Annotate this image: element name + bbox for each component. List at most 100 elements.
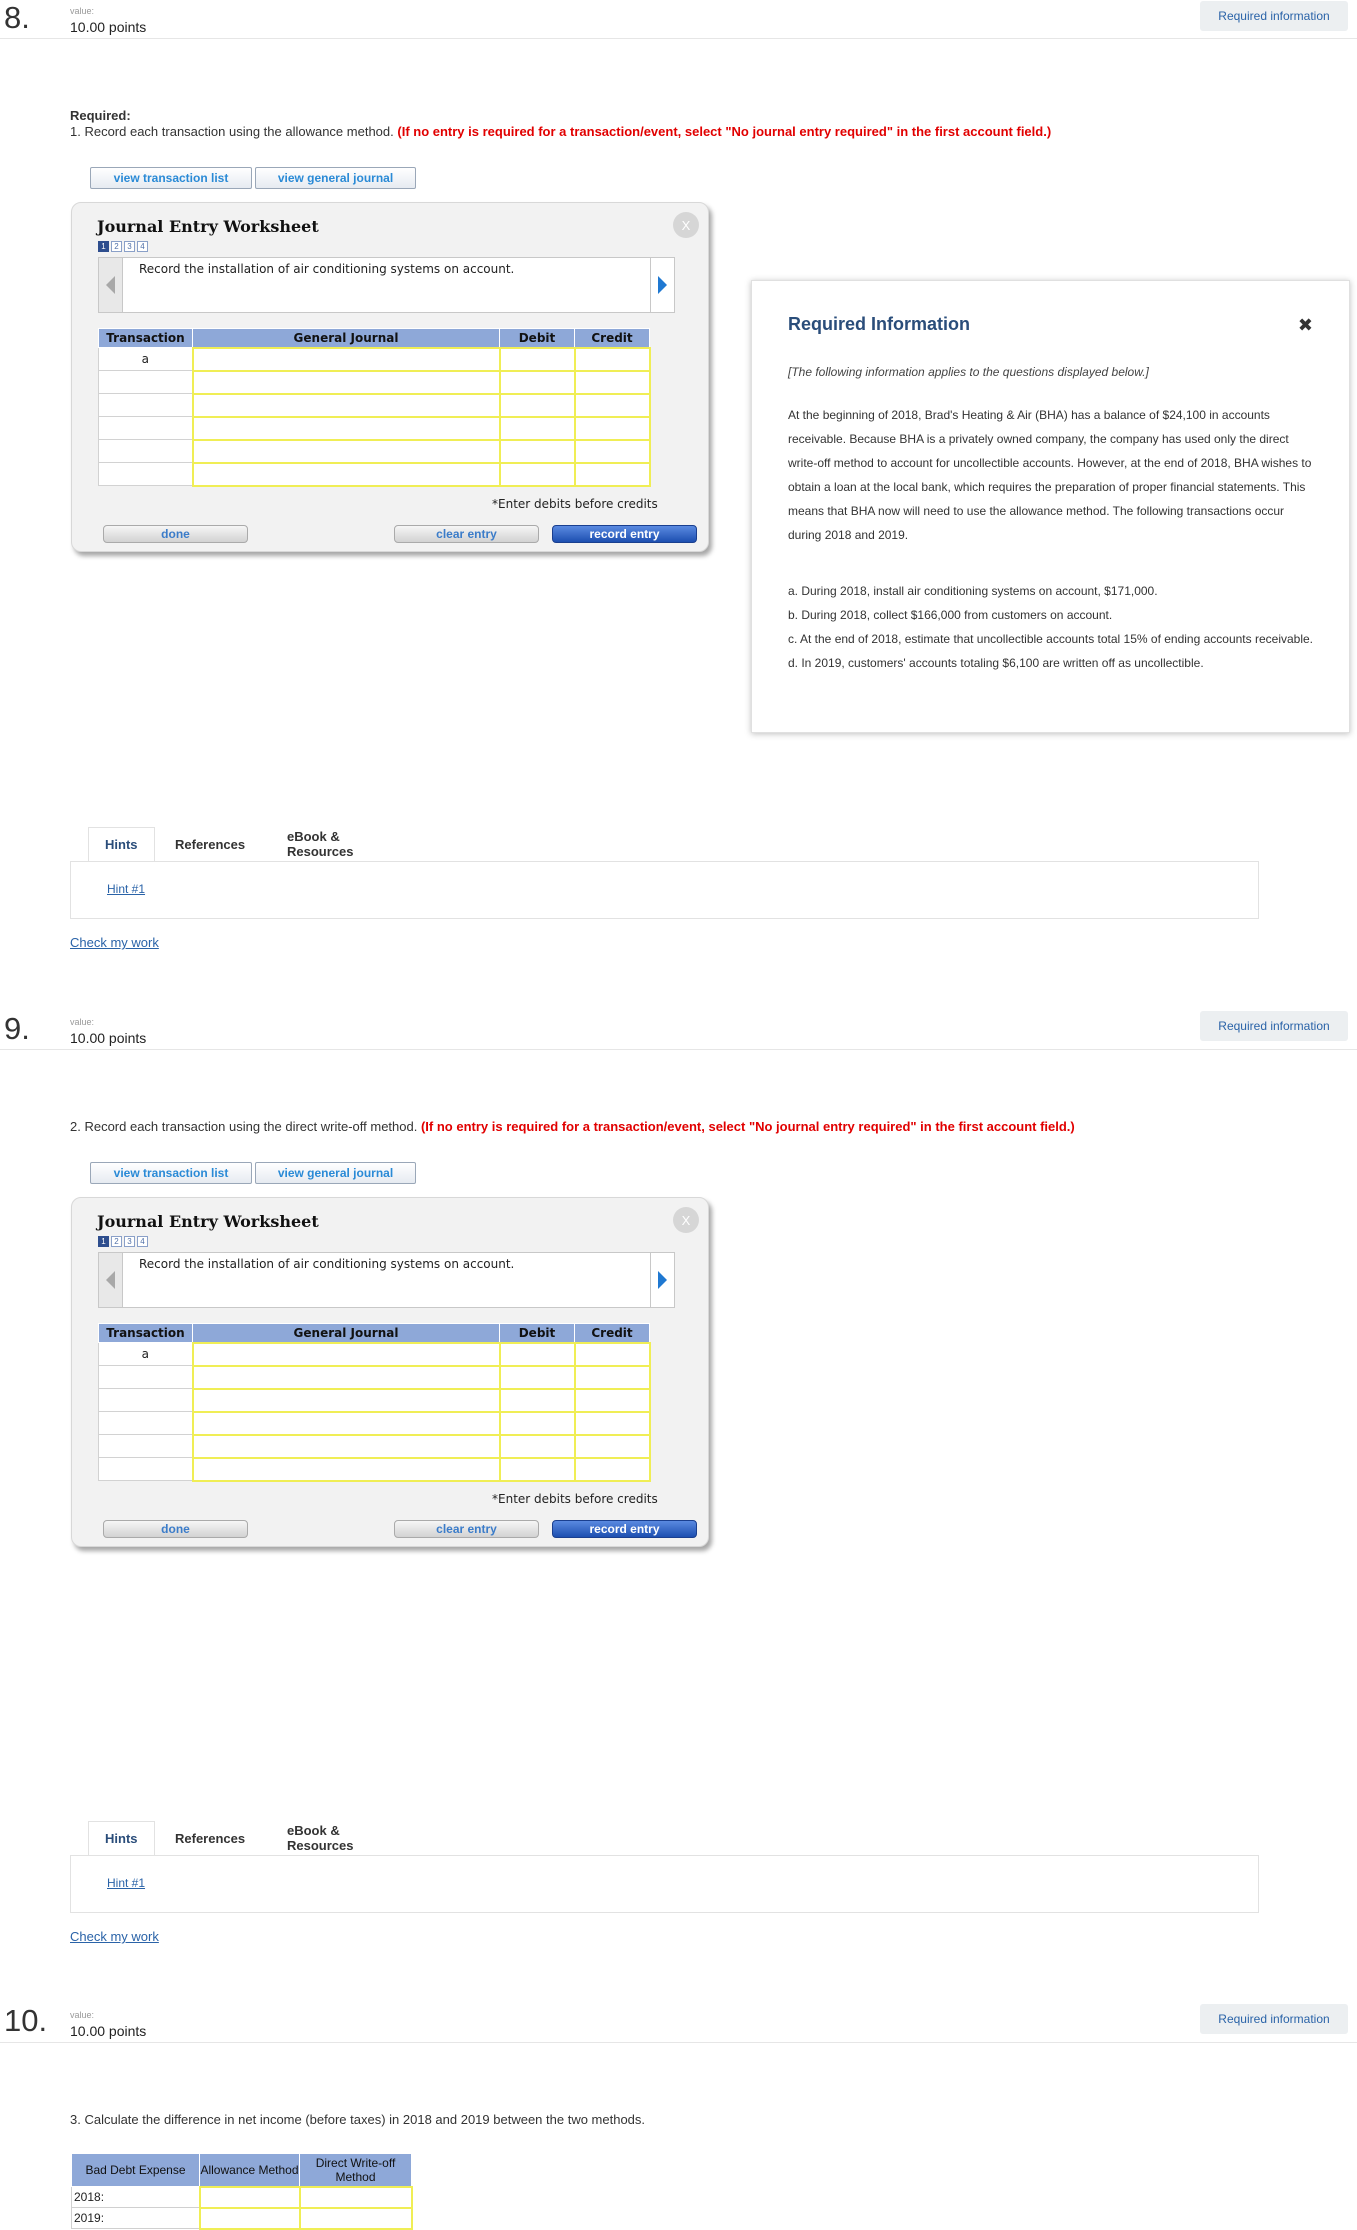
view-general-journal-button[interactable]: view general journal — [255, 167, 416, 189]
direct-writeoff-input[interactable] — [298, 2185, 413, 2209]
account-field[interactable] — [191, 1410, 501, 1436]
page-3-button[interactable]: 3 — [124, 241, 135, 252]
credit-field[interactable] — [573, 415, 651, 441]
page-2-button[interactable]: 2 — [111, 1236, 122, 1247]
credit-field[interactable] — [573, 346, 651, 372]
account-field[interactable] — [191, 1387, 501, 1413]
clear-entry-button[interactable]: clear entry — [394, 525, 539, 543]
view-transaction-list-button[interactable]: view transaction list — [90, 1162, 252, 1184]
tab-references[interactable]: References — [175, 1821, 245, 1855]
close-icon[interactable]: X — [673, 1207, 699, 1233]
worksheet-title: Journal Entry Worksheet — [97, 217, 319, 236]
transaction-cell — [98, 1434, 193, 1458]
allowance-input[interactable] — [198, 2185, 301, 2209]
debit-field[interactable] — [498, 1364, 576, 1390]
value-label: value: — [70, 2010, 95, 2020]
done-button[interactable]: done — [103, 1520, 248, 1538]
debit-field[interactable] — [498, 438, 576, 464]
page-4-button[interactable]: 4 — [137, 1236, 148, 1247]
required-information-button[interactable]: Required information — [1200, 1011, 1348, 1041]
previous-arrow-icon[interactable] — [99, 258, 123, 312]
required-information-button[interactable]: Required information — [1200, 1, 1348, 31]
instruction-note: (If no entry is required for a transacti… — [397, 124, 1052, 139]
tab-references[interactable]: References — [175, 827, 245, 861]
page-2-button[interactable]: 2 — [111, 241, 122, 252]
clear-entry-button[interactable]: clear entry — [394, 1520, 539, 1538]
transaction-description-box: Record the installation of air condition… — [98, 1252, 675, 1308]
debit-field[interactable] — [498, 346, 576, 372]
required-information-button[interactable]: Required information — [1200, 2004, 1348, 2034]
credit-field[interactable] — [573, 438, 651, 464]
page-4-button[interactable]: 4 — [137, 241, 148, 252]
record-entry-button[interactable]: record entry — [552, 1520, 697, 1538]
points-value: 10.00 points — [70, 2023, 147, 2039]
credit-field[interactable] — [573, 369, 651, 395]
account-field[interactable] — [191, 1433, 501, 1459]
credit-field[interactable] — [573, 1433, 651, 1459]
debit-field[interactable] — [498, 1341, 576, 1367]
record-entry-button[interactable]: record entry — [552, 525, 697, 543]
tab-ebook-resources[interactable]: eBook & Resources — [287, 827, 353, 861]
debit-field[interactable] — [498, 392, 576, 418]
transaction-cell — [98, 462, 193, 486]
col-general-journal: General Journal — [192, 1323, 500, 1343]
check-my-work-link[interactable]: Check my work — [70, 935, 159, 950]
tab-ebook-resources[interactable]: eBook & Resources — [287, 1821, 353, 1855]
list-item: b. During 2018, collect $166,000 from cu… — [788, 608, 1113, 622]
instruction: 3. Calculate the difference in net incom… — [70, 2112, 646, 2127]
transaction-cell — [98, 370, 193, 394]
account-field[interactable] — [191, 1364, 501, 1390]
credit-field[interactable] — [573, 1341, 651, 1367]
debit-field[interactable] — [498, 369, 576, 395]
row-label: 2018: — [71, 2186, 200, 2208]
account-field[interactable] — [191, 346, 501, 372]
account-field[interactable] — [191, 438, 501, 464]
credit-field[interactable] — [573, 1456, 651, 1482]
account-field[interactable] — [191, 392, 501, 418]
page-1-button[interactable]: 1 — [98, 1236, 109, 1247]
debit-field[interactable] — [498, 1456, 576, 1482]
debit-field[interactable] — [498, 461, 576, 487]
debits-note: *Enter debits before credits — [492, 1492, 658, 1506]
debit-field[interactable] — [498, 1387, 576, 1413]
page-1-button[interactable]: 1 — [98, 241, 109, 252]
credit-field[interactable] — [573, 392, 651, 418]
view-general-journal-button[interactable]: view general journal — [255, 1162, 416, 1184]
credit-field[interactable] — [573, 1364, 651, 1390]
debit-field[interactable] — [498, 415, 576, 441]
account-field[interactable] — [191, 369, 501, 395]
account-field[interactable] — [191, 1456, 501, 1482]
table-row — [98, 1387, 651, 1413]
hint-1-link[interactable]: Hint #1 — [107, 882, 145, 896]
col-credit: Credit — [574, 1323, 650, 1343]
close-icon[interactable]: X — [673, 212, 699, 238]
direct-writeoff-input[interactable] — [298, 2206, 413, 2230]
check-my-work-link[interactable]: Check my work — [70, 1929, 159, 1944]
transaction-cell — [98, 1411, 193, 1435]
table-row: 2018: — [71, 2185, 413, 2209]
credit-field[interactable] — [573, 1387, 651, 1413]
close-icon[interactable]: ✖ — [1298, 315, 1313, 336]
hint-1-link[interactable]: Hint #1 — [107, 1876, 145, 1890]
view-transaction-list-button[interactable]: view transaction list — [90, 167, 252, 189]
done-button[interactable]: done — [103, 525, 248, 543]
account-field[interactable] — [191, 415, 501, 441]
tab-hints[interactable]: Hints — [88, 1821, 155, 1855]
page-3-button[interactable]: 3 — [124, 1236, 135, 1247]
tab-hints[interactable]: Hints — [88, 827, 155, 861]
points-value: 10.00 points — [70, 19, 147, 35]
credit-field[interactable] — [573, 461, 651, 487]
next-arrow-icon[interactable] — [650, 258, 674, 312]
divider — [0, 38, 1357, 39]
account-field[interactable] — [191, 461, 501, 487]
allowance-input[interactable] — [198, 2206, 301, 2230]
table-row — [98, 438, 651, 464]
previous-arrow-icon[interactable] — [99, 1253, 123, 1307]
next-arrow-icon[interactable] — [650, 1253, 674, 1307]
credit-field[interactable] — [573, 1410, 651, 1436]
account-field[interactable] — [191, 1341, 501, 1367]
transaction-cell — [98, 1388, 193, 1412]
hints-panel: Hint #1 — [70, 861, 1259, 919]
debit-field[interactable] — [498, 1433, 576, 1459]
debit-field[interactable] — [498, 1410, 576, 1436]
